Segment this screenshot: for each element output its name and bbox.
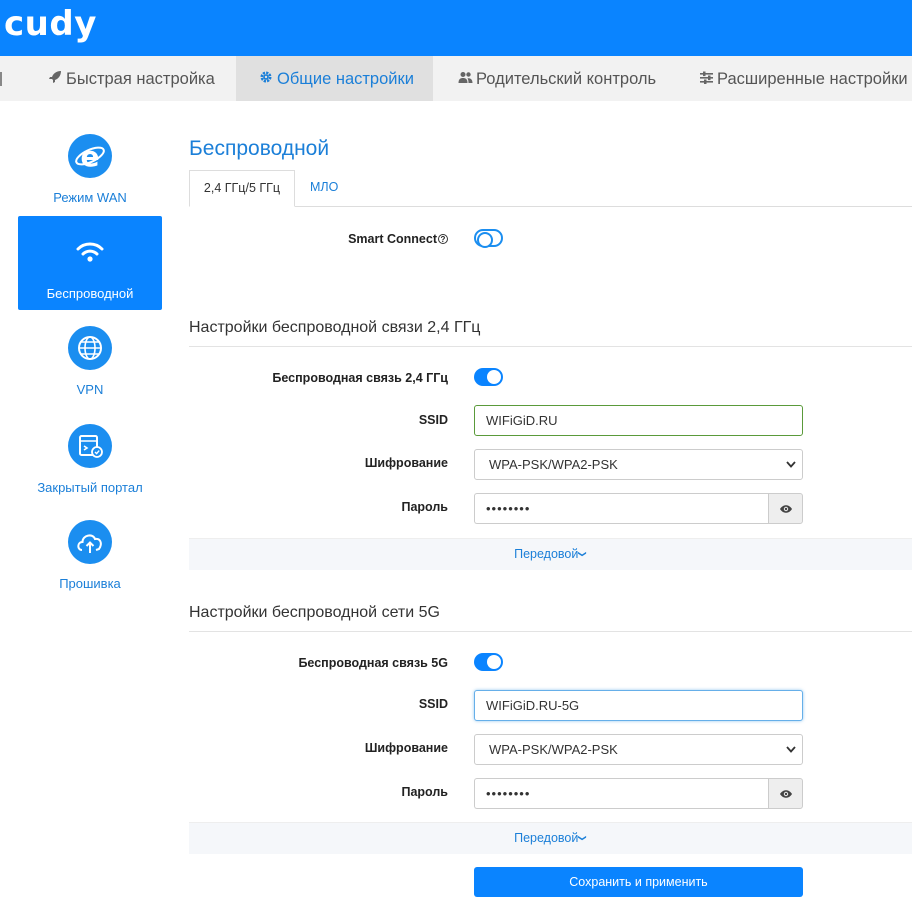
encryption-24ghz-select[interactable]: WPA-PSK/WPA2-PSK [474, 449, 803, 480]
encryption-24ghz-label: Шифрование [364, 456, 448, 470]
ssid-24ghz-label: SSID [418, 413, 448, 427]
sidebar-item-label: Режим WAN [53, 190, 127, 205]
save-apply-button[interactable]: Сохранить и применить [474, 867, 803, 897]
advanced-5g-toggle[interactable]: Передовой❯ [189, 822, 912, 854]
sidebar-item-firmware[interactable]: Прошивка [18, 506, 162, 600]
password-5g-label: Пароль [401, 785, 448, 799]
password-5g-field: •••••••• [474, 778, 803, 809]
cloud-upload-icon [68, 520, 112, 564]
select-value: WPA-PSK/WPA2-PSK [489, 742, 618, 757]
main-nav: Быстрая настройка Общие настройки Родите… [0, 56, 912, 101]
sidebar-item-label: Беспроводной [46, 286, 134, 301]
sidebar-item-captive-portal[interactable]: Закрытый портал [18, 410, 162, 504]
password-24ghz-input[interactable]: •••••••• [474, 493, 769, 524]
wireless-24ghz-label: Беспроводная связь 2,4 ГГц [272, 371, 448, 385]
tab-24-5ghz[interactable]: 2,4 ГГц/5 ГГц [189, 170, 295, 207]
section-divider [189, 631, 912, 632]
section-divider [189, 346, 912, 347]
wireless-5g-label: Беспроводная связь 5G [298, 656, 448, 670]
internet-explorer-icon: e [68, 134, 112, 178]
nav-quick-setup[interactable]: Быстрая настройка [46, 56, 226, 101]
smart-connect-toggle[interactable] [474, 229, 503, 248]
nav-label: Расширенные настройки [717, 70, 908, 88]
select-value: WPA-PSK/WPA2-PSK [489, 457, 618, 472]
page-title: Беспроводной [189, 137, 330, 160]
section-title-5g: Настройки беспроводной сети 5G [189, 604, 440, 621]
chevron-double-down-icon: ❯ [578, 834, 588, 842]
nav-label: Быстрая настройка [66, 70, 215, 88]
sidebar-item-wan-mode[interactable]: e Режим WAN [18, 120, 162, 214]
sidebar-item-label: VPN [76, 382, 104, 397]
advanced-24ghz-toggle[interactable]: Передовой❯ [189, 538, 912, 570]
wireless-5g-toggle[interactable] [474, 653, 503, 671]
sidebar-item-vpn[interactable]: VPN [18, 312, 162, 406]
eye-icon[interactable] [768, 493, 803, 524]
help-icon[interactable]: ? [438, 234, 448, 244]
encryption-5g-select[interactable]: WPA-PSK/WPA2-PSK [474, 734, 803, 765]
globe-icon [68, 326, 112, 370]
smart-connect-label: Smart Connect? [188, 232, 448, 246]
chevron-down-icon [786, 735, 796, 776]
portal-icon [68, 424, 112, 468]
password-5g-input[interactable]: •••••••• [474, 778, 769, 809]
encryption-5g-label: Шифрование [364, 741, 448, 755]
nav-general-settings[interactable]: Общие настройки [236, 56, 433, 101]
chevron-down-icon [786, 450, 796, 491]
nav-label: Родительский контроль [476, 70, 657, 88]
top-header: cudy [0, 0, 912, 56]
gear-icon [257, 56, 275, 103]
eye-icon[interactable] [768, 778, 803, 809]
brand-logo[interactable]: cudy [4, 4, 97, 44]
wireless-24ghz-toggle[interactable] [474, 368, 503, 386]
wifi-icon [68, 230, 112, 274]
nav-advanced-settings[interactable]: Расширенные настройки [697, 56, 912, 101]
nav-separator [0, 72, 2, 86]
sidebar-item-label: Прошивка [59, 576, 121, 591]
ssid-5g-input[interactable]: WIFiGiD.RU-5G [474, 690, 803, 721]
nav-label: Общие настройки [277, 70, 414, 88]
section-title-24ghz: Настройки беспроводной связи 2,4 ГГц [189, 319, 481, 336]
sidebar-item-label: Закрытый портал [37, 480, 143, 495]
chevron-double-down-icon: ❯ [578, 550, 588, 558]
ssid-5g-label: SSID [418, 697, 448, 711]
users-icon [456, 56, 474, 103]
sidebar-item-wireless[interactable]: Беспроводной [18, 216, 162, 310]
sliders-icon [697, 56, 715, 103]
nav-parental-control[interactable]: Родительский контроль [456, 56, 666, 101]
password-24ghz-label: Пароль [401, 500, 448, 514]
ssid-24ghz-input[interactable]: WIFiGiD.RU [474, 405, 803, 436]
rocket-icon [46, 56, 64, 103]
password-24ghz-field: •••••••• [474, 493, 803, 524]
svg-text:e: e [81, 140, 100, 173]
tab-mlo[interactable]: МЛО [298, 170, 350, 207]
